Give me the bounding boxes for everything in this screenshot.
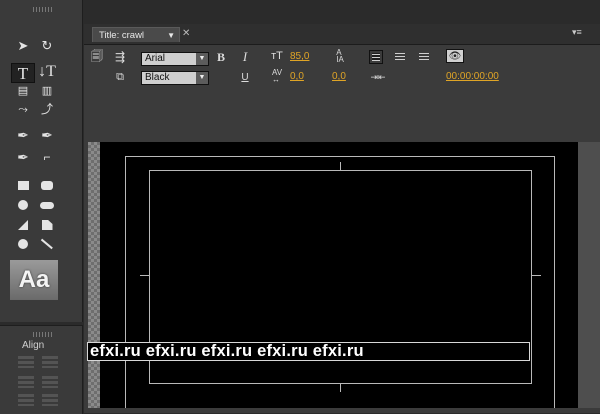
- style-swatch-label: Aa: [18, 266, 50, 293]
- center-mark-right: [532, 275, 541, 276]
- crawl-text-box[interactable]: efxi.ru efxi.ru efxi.ru efxi.ru efxi.ru: [87, 342, 530, 361]
- ellipse-tool-icon[interactable]: [12, 235, 34, 253]
- leading-value[interactable]: 0,0: [332, 71, 346, 82]
- rounded-rectangle-tool-icon[interactable]: [36, 196, 58, 214]
- align-middle-icon[interactable]: [18, 394, 34, 406]
- tab-dropdown-icon[interactable]: ▼: [167, 31, 179, 40]
- templates-icon[interactable]: ⧉: [112, 70, 128, 84]
- path-type-tool-icon[interactable]: ⤳: [12, 100, 34, 118]
- roll-crawl-options-icon[interactable]: ⇶: [112, 50, 128, 64]
- chevron-down-icon[interactable]: ▼: [196, 72, 208, 84]
- wedge-tool-icon[interactable]: [12, 216, 34, 234]
- align-bottom-icon[interactable]: [42, 394, 58, 406]
- vertical-type-tool-icon[interactable]: ↓T: [36, 63, 58, 81]
- font-size-icon: ᴛT: [271, 50, 283, 62]
- panel-grip[interactable]: [33, 332, 53, 337]
- font-family-value: Arial: [145, 53, 166, 64]
- chevron-down-icon[interactable]: ▼: [196, 53, 208, 65]
- vertical-area-type-tool-icon[interactable]: ▥: [36, 82, 58, 100]
- bold-button[interactable]: B: [214, 50, 228, 64]
- line-tool-icon[interactable]: [36, 235, 58, 253]
- tab-title-crawl[interactable]: Title: crawl ▼: [92, 27, 180, 42]
- center-mark-left: [140, 275, 149, 276]
- close-icon[interactable]: ✕: [182, 28, 190, 39]
- panel-grip[interactable]: [33, 7, 53, 12]
- crawl-text: efxi.ru efxi.ru efxi.ru efxi.ru efxi.ru: [90, 342, 364, 360]
- align-left-icon[interactable]: [18, 356, 34, 368]
- vertical-path-type-tool-icon[interactable]: ⤴: [36, 100, 58, 118]
- leading-icon: A IA: [336, 48, 344, 64]
- transparency-checkerboard: [88, 142, 100, 413]
- align-right-icon[interactable]: [18, 376, 34, 388]
- panel-menu-icon[interactable]: ▾≡: [572, 27, 582, 38]
- title-canvas[interactable]: [100, 142, 578, 413]
- kerning-icon: AV ↔: [271, 68, 283, 84]
- area-type-tool-icon[interactable]: ▤: [12, 82, 34, 100]
- center-mark-bottom: [340, 384, 341, 392]
- clipped-corner-rectangle-tool-icon[interactable]: [12, 196, 34, 214]
- align-panel-title: Align: [22, 340, 45, 351]
- delete-anchor-point-tool-icon[interactable]: ✒: [36, 126, 58, 144]
- rectangle-tool-icon[interactable]: [12, 176, 34, 194]
- italic-button[interactable]: I: [238, 49, 252, 64]
- panel-bottom-edge: [88, 408, 600, 413]
- center-text-button[interactable]: [393, 50, 407, 64]
- align-center-icon[interactable]: [42, 356, 58, 368]
- align-right-text-button[interactable]: [417, 50, 431, 64]
- show-background-video-icon[interactable]: 👁: [446, 49, 464, 63]
- align-panel: Align: [0, 325, 83, 414]
- center-mark-top: [340, 162, 341, 170]
- arc-tool-icon[interactable]: [36, 216, 58, 234]
- background-video-timecode[interactable]: 00:00:00:00: [446, 71, 499, 82]
- align-left-text-button[interactable]: [369, 50, 383, 64]
- font-style-select[interactable]: Black ▼: [141, 71, 209, 85]
- font-family-select[interactable]: Arial ▼: [141, 52, 209, 66]
- tab-label: Title: crawl: [99, 29, 145, 41]
- add-anchor-point-tool-icon[interactable]: ✒: [12, 148, 34, 166]
- new-title-based-on-current-icon[interactable]: 🗐: [90, 49, 104, 64]
- font-size-value[interactable]: 85,0: [290, 51, 309, 62]
- tab-stops-icon[interactable]: ⇥⇤: [369, 70, 387, 84]
- font-style-value: Black: [145, 72, 170, 83]
- align-top-icon[interactable]: [42, 376, 58, 388]
- selection-tool-icon[interactable]: ➤: [12, 36, 34, 54]
- pen-tool-icon[interactable]: ✒: [12, 126, 34, 144]
- underline-button[interactable]: U: [238, 70, 252, 84]
- kerning-value[interactable]: 0,0: [290, 71, 304, 82]
- convert-anchor-point-tool-icon[interactable]: ⌐: [36, 148, 58, 166]
- rotation-tool-icon[interactable]: ↻: [36, 36, 58, 54]
- title-tools-panel: ➤ ↻ T ↓T ▤ ▥ ⤳ ⤴ ✒ ✒ ✒ ⌐ Aa: [0, 0, 83, 322]
- type-tool-icon[interactable]: T: [11, 63, 35, 83]
- style-swatch: Aa: [10, 260, 58, 300]
- rounded-corner-rectangle-tool-icon[interactable]: [36, 176, 58, 194]
